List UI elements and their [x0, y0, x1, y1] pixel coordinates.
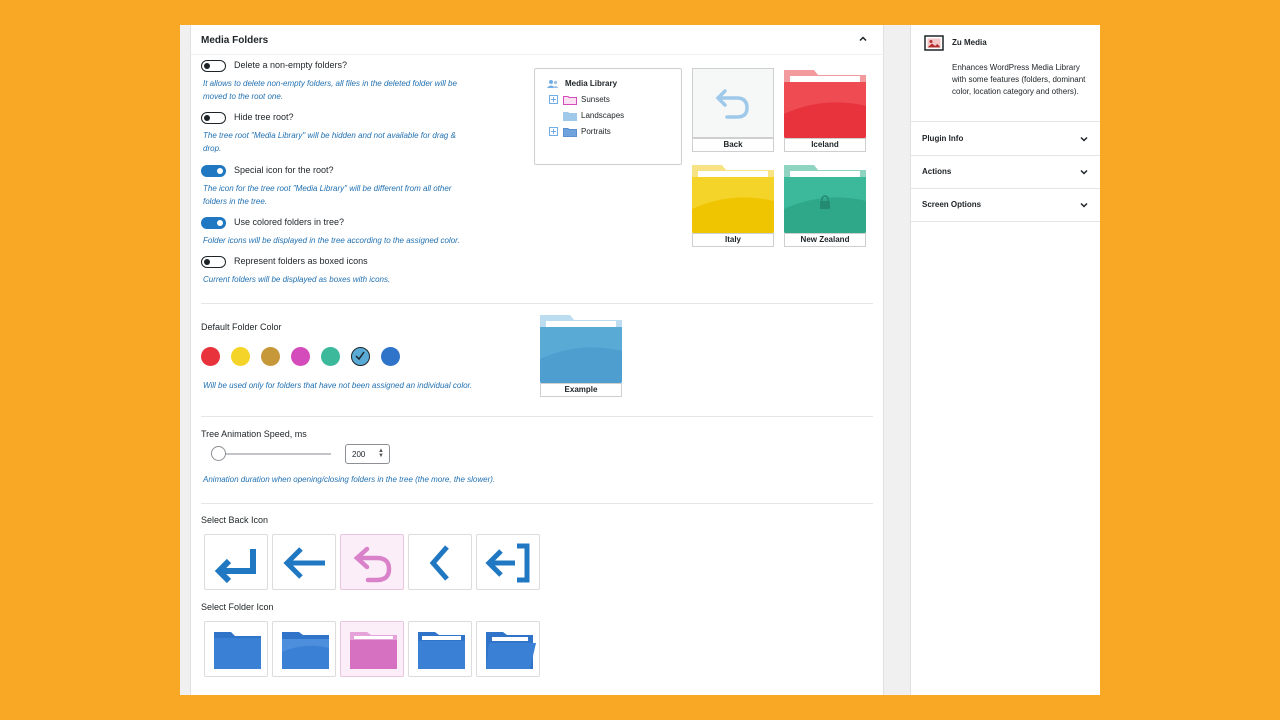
folder-card-iceland[interactable]: Iceland [784, 68, 866, 152]
divider [201, 503, 873, 504]
back-box [692, 68, 774, 138]
sidebar-section-plugin-info[interactable]: Plugin Info [911, 123, 1100, 156]
chevron-left-icon [429, 545, 449, 581]
folder-icon [214, 632, 261, 669]
animation-speed-label: Tree Animation Speed, ms [201, 429, 307, 439]
color-swatch-light-blue[interactable] [351, 347, 370, 366]
media-folders-panel: Media Folders Delete a non-empty folders… [190, 25, 885, 695]
folder-caption: Italy [692, 233, 774, 247]
plugin-sidebar: Zu Media Enhances WordPress Media Librar… [910, 25, 1100, 695]
option-colored-folders: Use colored folders in tree? Folder icon… [201, 217, 531, 245]
arrow-left-icon [283, 547, 325, 579]
animation-speed-slider-track[interactable] [213, 453, 331, 455]
checkmark-icon [355, 351, 365, 361]
folder-caption: Back [692, 138, 774, 152]
folder-icon [418, 632, 465, 669]
panel-title: Media Folders [201, 35, 269, 46]
settings-screen: Media Folders Delete a non-empty folders… [180, 25, 1100, 695]
color-swatch-teal[interactable] [321, 347, 340, 366]
folder-icon [350, 632, 397, 669]
folder-icon-option-1[interactable] [204, 621, 268, 677]
folder-icon [563, 96, 577, 105]
folder-icon [784, 70, 866, 138]
back-icon-option-1[interactable] [204, 534, 268, 590]
animation-speed-slider-handle[interactable] [211, 446, 226, 461]
option-label: Delete a non-empty folders? [234, 60, 348, 70]
locked-folder-icon [784, 165, 866, 233]
color-swatch-yellow[interactable] [231, 347, 250, 366]
folder-icon [692, 165, 774, 233]
divider [201, 303, 873, 304]
plugin-description: Enhances WordPress Media Library with so… [952, 63, 1086, 96]
toggle-special-root-icon[interactable] [201, 165, 226, 177]
option-label: Hide tree root? [234, 112, 294, 122]
image-icon [924, 35, 944, 51]
chevron-down-icon [1080, 169, 1088, 175]
toggle-hide-tree-root[interactable] [201, 112, 226, 124]
folder-icon [563, 128, 577, 137]
color-swatch-red[interactable] [201, 347, 220, 366]
undo-arrow-icon [715, 89, 749, 119]
color-swatch-magenta[interactable] [291, 347, 310, 366]
sidebar-section-actions[interactable]: Actions [911, 156, 1100, 189]
chevron-up-icon[interactable] [857, 33, 869, 45]
users-icon [547, 80, 559, 88]
folder-card-new-zealand[interactable]: New Zealand [784, 163, 866, 247]
exit-left-icon [485, 543, 530, 583]
chevron-down-icon [1080, 202, 1088, 208]
folder-icon-option-5[interactable] [476, 621, 540, 677]
folder-icon-option-2[interactable] [272, 621, 336, 677]
option-hide-tree-root: Hide tree root? The tree root "Media Lib… [201, 112, 531, 153]
expand-plus-icon[interactable] [549, 127, 558, 136]
color-swatch-gold[interactable] [261, 347, 280, 366]
back-icon-option-2[interactable] [272, 534, 336, 590]
option-desc: The icon for the tree root "Media Librar… [203, 184, 452, 206]
folder-caption: Example [540, 383, 622, 397]
folder-caption: Iceland [784, 138, 866, 152]
option-special-root-icon: Special icon for the root? The icon for … [201, 165, 531, 206]
section-label: Actions [922, 167, 952, 176]
folder-icon [540, 315, 622, 383]
color-swatch-blue[interactable] [381, 347, 400, 366]
back-icon-label: Select Back Icon [201, 515, 269, 525]
undo-arrow-icon [353, 546, 392, 583]
default-color-label: Default Folder Color [201, 322, 282, 332]
option-desc: It allows to delete non-empty folders, a… [203, 79, 457, 101]
back-icon-option-3[interactable] [340, 534, 404, 590]
divider [201, 416, 873, 417]
sidebar-section-screen-options[interactable]: Screen Options [911, 189, 1100, 222]
folder-caption: New Zealand [784, 233, 866, 247]
folder-card-italy[interactable]: Italy [692, 163, 774, 247]
chevron-down-icon [1080, 136, 1088, 142]
option-boxed-icons: Represent folders as boxed icons Current… [201, 256, 531, 284]
option-label: Special icon for the root? [234, 165, 334, 175]
animation-speed-desc: Animation duration when opening/closing … [203, 475, 496, 484]
spinner-arrows-icon[interactable]: ▲ ▼ [378, 448, 384, 459]
back-icon-option-4[interactable] [408, 534, 472, 590]
back-icon-option-5[interactable] [476, 534, 540, 590]
panel-header[interactable]: Media Folders [191, 25, 885, 55]
section-label: Plugin Info [922, 134, 964, 143]
expand-plus-icon[interactable] [549, 95, 558, 104]
folder-tree-preview: Media Library Sunsets Landscapes Portrai… [534, 68, 682, 165]
folder-icon [282, 632, 329, 669]
animation-speed-input[interactable]: 200 ▲ ▼ [345, 444, 390, 464]
folder-icon-label: Select Folder Icon [201, 602, 274, 612]
folder-icon-option-4[interactable] [408, 621, 472, 677]
default-color-desc: Will be used only for folders that have … [203, 381, 473, 390]
open-folder-icon [486, 632, 536, 669]
option-desc: The tree root "Media Library" will be hi… [203, 131, 456, 153]
toggle-delete-nonempty[interactable] [201, 60, 226, 72]
option-delete-nonempty: Delete a non-empty folders? It allows to… [201, 60, 531, 101]
option-desc: Folder icons will be displayed in the tr… [203, 236, 460, 245]
plugin-name: Zu Media [952, 38, 987, 47]
folder-icon [563, 112, 577, 121]
option-desc: Current folders will be displayed as box… [203, 275, 391, 284]
folder-card-back[interactable]: Back [692, 68, 774, 152]
folder-card-example: Example [540, 313, 622, 397]
folder-icon-option-3[interactable] [340, 621, 404, 677]
plugin-summary: Zu Media Enhances WordPress Media Librar… [911, 25, 1100, 122]
return-arrow-icon [214, 549, 256, 584]
section-label: Screen Options [922, 200, 982, 209]
